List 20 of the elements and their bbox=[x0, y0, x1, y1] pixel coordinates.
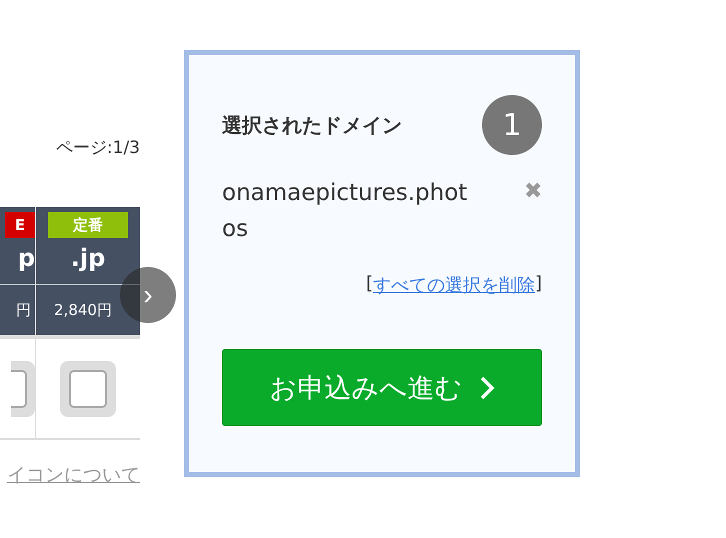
panel-title: 選択されたドメイン bbox=[222, 112, 402, 138]
next-button[interactable]: › bbox=[120, 267, 176, 323]
tld-label: p bbox=[18, 244, 35, 272]
tag-label: E bbox=[5, 212, 35, 238]
tag-label: 定番 bbox=[48, 212, 128, 238]
bracket: [ bbox=[366, 273, 373, 296]
domain-name: onamaepictures.photos bbox=[222, 179, 468, 244]
count-badge: 1 bbox=[482, 95, 542, 155]
remove-button[interactable]: ✖ bbox=[524, 177, 542, 205]
bracket: ] bbox=[534, 273, 542, 296]
price-cell: 2,840円 bbox=[36, 285, 140, 339]
chevron-right-icon bbox=[478, 374, 494, 400]
page-indicator: ページ:1/3 bbox=[56, 137, 140, 160]
checkbox[interactable] bbox=[60, 360, 116, 416]
icon-help-link[interactable]: イコンについて bbox=[7, 462, 140, 488]
price-cell: 円 bbox=[0, 285, 35, 339]
checkbox[interactable] bbox=[11, 360, 35, 416]
tld-label: .jp bbox=[70, 244, 106, 272]
proceed-button[interactable]: お申込みへ進む bbox=[222, 349, 542, 426]
clear-all-link[interactable]: すべての選択を削除 bbox=[372, 273, 535, 297]
